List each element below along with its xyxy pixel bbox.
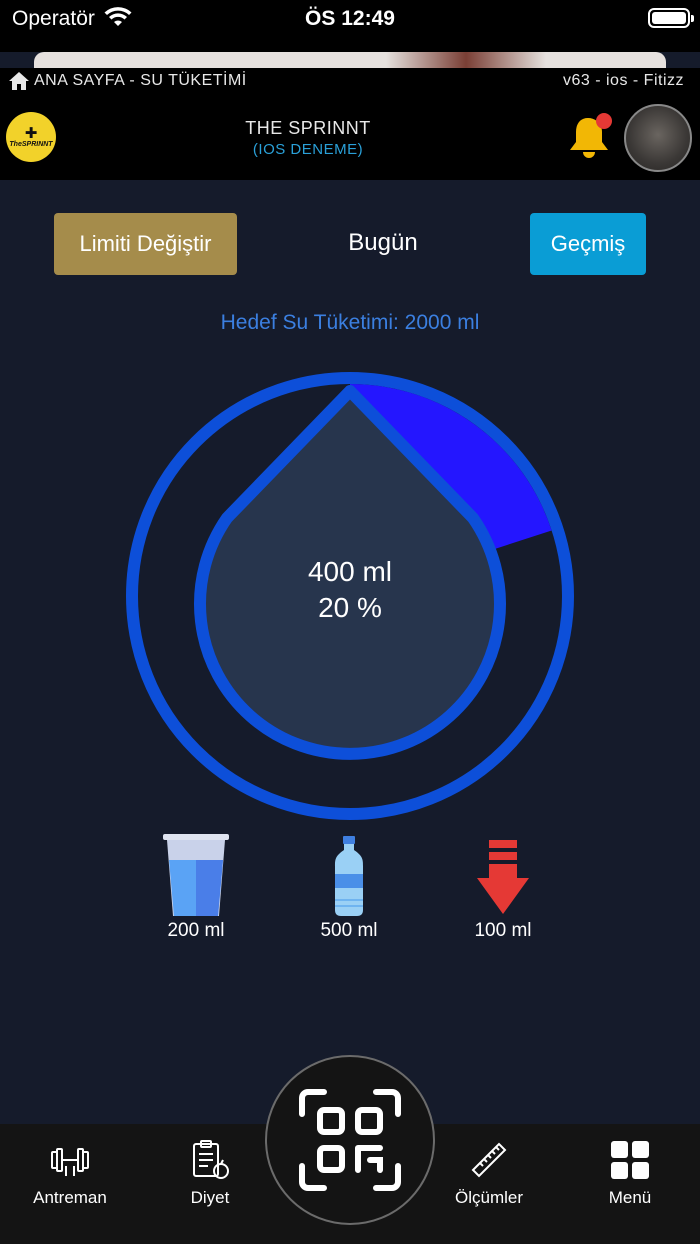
red-down-arrow-icon xyxy=(477,840,529,914)
club-title: THE SPRINNT xyxy=(245,118,371,138)
water-glass-icon xyxy=(163,834,229,916)
user-avatar[interactable] xyxy=(624,104,692,172)
target-water-text: Hedef Su Tüketimi: 2000 ml xyxy=(220,311,480,334)
tab-diet[interactable]: Diyet xyxy=(150,1140,270,1208)
ruler-icon xyxy=(471,1142,507,1178)
add-500ml-button[interactable]: 500 ml xyxy=(289,830,409,942)
consumed-amount: 400 ml xyxy=(307,556,393,587)
tab-workout[interactable]: Antreman xyxy=(10,1140,130,1208)
tab-menu-label: Menü xyxy=(608,1188,652,1207)
battery-icon xyxy=(648,8,694,28)
notification-bell-icon[interactable] xyxy=(566,112,614,162)
tab-measurements-label: Ölçümler xyxy=(454,1188,523,1207)
notification-dot xyxy=(596,113,612,129)
app-header: ✚ TheSPRINNT THE SPRINNT (IOS DENEME) xyxy=(0,96,700,180)
remove-100ml-button[interactable]: 100 ml xyxy=(443,830,563,942)
breadcrumb[interactable]: ANA SAYFA - SU TÜKETİMİ xyxy=(8,71,247,91)
diet-clipboard-icon xyxy=(193,1140,229,1179)
add-200ml-label: 200 ml xyxy=(167,920,225,941)
banner-image xyxy=(34,52,666,68)
remove-100ml-label: 100 ml xyxy=(474,920,532,941)
grid-menu-icon xyxy=(611,1141,649,1179)
breadcrumb-text: ANA SAYFA - SU TÜKETİMİ xyxy=(34,72,247,89)
history-button[interactable]: Geçmiş xyxy=(530,213,646,275)
add-500ml-label: 500 ml xyxy=(320,920,378,941)
status-bar: Operatör ÖS 12:49 xyxy=(0,0,700,52)
version-label: v63 - ios - Fitizz xyxy=(562,72,684,89)
day-label: Bugün xyxy=(348,229,418,256)
breadcrumb-bar: ANA SAYFA - SU TÜKETİMİ v63 - ios - Fiti… xyxy=(0,68,700,96)
change-limit-button[interactable]: Limiti Değiştir xyxy=(54,213,237,275)
tab-measurements[interactable]: Ölçümler xyxy=(429,1140,549,1208)
tab-workout-label: Antreman xyxy=(33,1188,107,1207)
dumbbell-icon xyxy=(51,1148,89,1176)
qr-scan-button[interactable] xyxy=(265,1055,435,1225)
add-200ml-button[interactable]: 200 ml xyxy=(136,830,256,942)
tab-menu[interactable]: Menü xyxy=(570,1140,690,1208)
tab-diet-label: Diyet xyxy=(190,1188,230,1207)
clock: ÖS 12:49 xyxy=(305,7,395,30)
qr-scan-icon xyxy=(299,1089,401,1191)
home-icon[interactable] xyxy=(8,71,30,91)
club-subtitle: (IOS DENEME) xyxy=(252,141,364,158)
water-bottle-icon xyxy=(335,836,363,916)
consumed-percent: 20 % xyxy=(318,592,382,623)
